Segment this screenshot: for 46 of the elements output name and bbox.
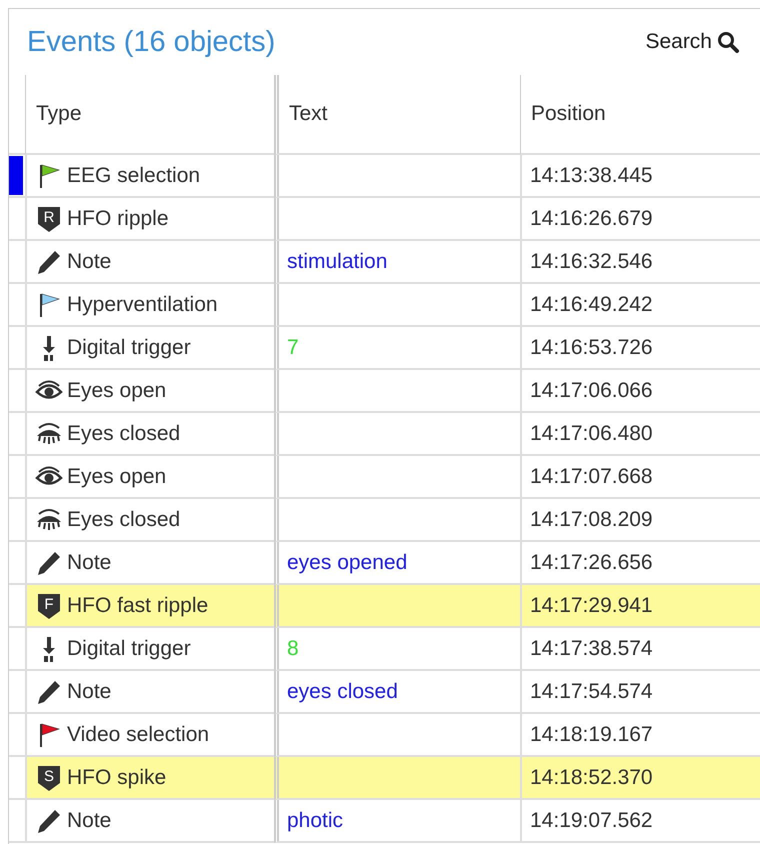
event-type: Eyes closed: [67, 422, 180, 446]
event-text: 8: [287, 636, 299, 660]
event-type: Hyperventilation: [67, 292, 218, 316]
position-cell: 14:19:07.562: [520, 800, 760, 843]
event-type: Eyes open: [67, 378, 166, 402]
position-cell: 14:16:32.546: [520, 241, 760, 284]
shield-icon: F: [35, 592, 63, 620]
event-type: Digital trigger: [67, 636, 191, 660]
position-cell: 14:17:07.668: [520, 456, 760, 499]
position-cell: 14:18:19.167: [520, 714, 760, 757]
position-cell: 14:17:54.574: [520, 671, 760, 714]
event-type: Eyes open: [67, 464, 166, 488]
event-type: Note: [67, 680, 112, 704]
position-cell: 14:17:06.480: [520, 413, 760, 456]
event-text: 7: [287, 336, 299, 360]
position-cell: 14:16:53.726: [520, 327, 760, 370]
event-type: Note: [67, 250, 112, 274]
event-text: stimulation: [287, 250, 388, 274]
position-cell: 14:16:26.679: [520, 198, 760, 241]
position-cell: 14:16:49.242: [520, 284, 760, 327]
position-cell: 14:17:38.574: [520, 628, 760, 671]
event-text: eyes closed: [287, 680, 398, 704]
event-text: photic: [287, 808, 344, 832]
position-cell: 14:13:38.445: [520, 155, 760, 198]
shield-icon: S: [35, 764, 63, 792]
panel-title: Events (16 objects): [27, 26, 276, 58]
position-cell: 14:17:08.209: [520, 499, 760, 542]
event-type: Digital trigger: [67, 336, 191, 360]
event-type: HFO ripple: [67, 206, 169, 230]
search-icon: [716, 30, 740, 54]
position-cell: 14:17:06.066: [520, 370, 760, 413]
event-type: Video selection: [67, 722, 210, 746]
event-type: Eyes closed: [67, 508, 180, 532]
event-text: eyes opened: [287, 550, 408, 574]
event-type: HFO spike: [67, 766, 166, 790]
search-button[interactable]: Search: [645, 30, 740, 54]
position-cell: 14:17:29.941: [520, 585, 760, 628]
position-cell: 14:17:26.656: [520, 542, 760, 585]
position-cell: 14:18:52.370: [520, 757, 760, 800]
event-type: Note: [67, 808, 112, 832]
shield-icon: R: [35, 204, 63, 232]
event-type: HFO fast ripple: [67, 594, 208, 618]
row-marker: [9, 156, 23, 195]
event-type: Note: [67, 550, 112, 574]
event-type: EEG selection: [67, 164, 200, 188]
row-header[interactable]: [9, 155, 25, 198]
